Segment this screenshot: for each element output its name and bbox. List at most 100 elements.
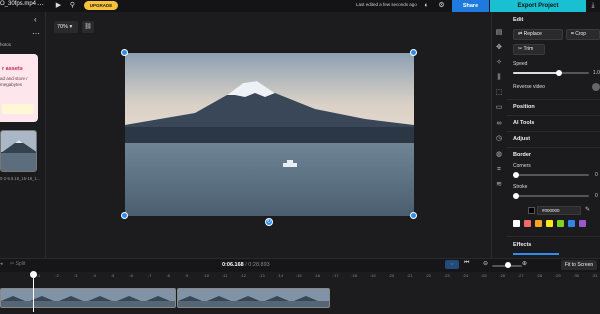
position-section[interactable]: Position (513, 104, 535, 110)
ruler-tick-label: :26 (499, 273, 506, 278)
resize-handle-top-right[interactable] (410, 49, 417, 56)
corners-slider-knob[interactable] (513, 172, 519, 178)
split-label: Split (15, 261, 26, 267)
effects-section[interactable]: Effects (513, 242, 531, 248)
media-thumbnail[interactable] (0, 130, 37, 172)
trim-button[interactable]: ✂ Trim (513, 44, 545, 55)
corners-slider-track[interactable] (513, 174, 589, 176)
rotate-handle-icon[interactable]: ↻ (265, 218, 273, 226)
ruler-tick-label: :21 (407, 273, 413, 278)
stroke-color-hex-input[interactable]: #000000 (537, 206, 581, 215)
ruler-tick-label: :27 (518, 273, 524, 278)
link-icon[interactable]: ⛓ (82, 21, 94, 33)
ruler-tick-label: :16 (314, 273, 321, 278)
replace-button[interactable]: ⇄ Replace (513, 29, 563, 40)
color-swatch[interactable] (568, 220, 575, 227)
export-label: Export Project (517, 3, 559, 9)
ruler-tick-label: :12 (240, 273, 247, 278)
zoom-out-icon[interactable]: ⊖ (483, 260, 488, 267)
edit-heading: Edit (513, 17, 524, 23)
adjust-section[interactable]: Adjust (513, 136, 530, 142)
promo-button[interactable] (2, 104, 34, 114)
promo-text: ad and store r megabytes (0, 76, 28, 87)
ellipsis-icon[interactable]: ⋯ (36, 1, 45, 10)
playhead-handle[interactable] (30, 271, 37, 278)
user-avatar-icon[interactable]: ◐ (422, 1, 431, 10)
stroke-color-preview[interactable] (528, 207, 535, 214)
reverse-video-toggle[interactable] (592, 83, 600, 91)
upgrade-button[interactable]: UPGRADE (84, 1, 118, 10)
promo-title: r assets (2, 66, 23, 72)
thumbnail-caption: 0-2-5.6.18_15-18_1... (0, 176, 41, 181)
ruler-tick-label: :13 (259, 273, 265, 278)
playhead-line[interactable] (33, 272, 34, 312)
project-filename[interactable]: O_30fps.mp4 (0, 1, 36, 7)
color-swatch[interactable] (524, 220, 531, 227)
color-swatch[interactable] (513, 220, 520, 227)
split-button[interactable]: ✂ Split (10, 261, 25, 267)
zoom-in-icon[interactable]: ⊕ (522, 260, 527, 267)
clip-filmstrip (178, 289, 329, 307)
stroke-slider-track[interactable] (513, 195, 589, 197)
timeline-zoom-knob[interactable] (505, 262, 511, 268)
snap-toggle-icon[interactable]: ⇔ (445, 260, 459, 269)
palette-icon[interactable]: ◍ (493, 150, 505, 160)
ruler-tick-label: :2 (55, 273, 59, 278)
stroke-slider-knob[interactable] (513, 193, 519, 199)
undo-icon[interactable]: ◂ (0, 261, 3, 267)
ruler-tick-label: :28 (536, 273, 543, 278)
stroke-value: 0 (595, 193, 598, 199)
thumbnail-image (1, 131, 36, 171)
speed-slider-knob[interactable] (555, 70, 562, 76)
location-pin-icon[interactable]: ⚲ (68, 1, 77, 10)
ruler-tick-label: :10 (203, 273, 210, 278)
crop-button[interactable]: ⌗ Crop (566, 29, 600, 40)
fit-to-screen-button[interactable]: Fit to Screen (561, 260, 597, 270)
export-project-button[interactable]: Export Project (490, 0, 586, 12)
film-edit-icon[interactable]: ▤ (493, 28, 505, 38)
color-swatch[interactable] (579, 220, 586, 227)
timeline-clip[interactable] (0, 288, 176, 308)
layers-icon[interactable]: ≋ (493, 180, 505, 190)
ruler-tick-label: :7 (148, 273, 152, 278)
stroke-label: Stroke (513, 184, 528, 190)
border-section[interactable]: Border (513, 152, 531, 158)
play-icon[interactable]: ▶ (54, 1, 63, 10)
ruler-tick-label: :3 (74, 273, 78, 278)
corners-label: Corners (513, 163, 531, 169)
resize-handle-bottom-left[interactable] (121, 212, 128, 219)
link-chain-icon[interactable]: ∞ (493, 119, 505, 129)
subtitles-icon[interactable]: ▭ (493, 103, 505, 113)
ruler-tick-label: :6 (129, 273, 133, 278)
zoom-dropdown[interactable]: 70% ▾ (54, 21, 78, 33)
ai-tools-section[interactable]: AI Tools (513, 120, 534, 126)
ruler-tick-label: :20 (388, 273, 395, 278)
ruler-tick-label: :5 (111, 273, 115, 278)
video-preview[interactable] (125, 53, 414, 216)
resize-handle-bottom-right[interactable] (410, 212, 417, 219)
share-button[interactable]: Share (452, 0, 489, 12)
ruler-tick-label: :30 (573, 273, 580, 278)
video-frame-image (125, 53, 414, 216)
timer-icon[interactable]: ◷ (493, 134, 505, 144)
panel-more-icon[interactable]: ⋯ (32, 29, 40, 38)
move-icon[interactable]: ✥ (493, 43, 505, 53)
crop-icon[interactable]: ⌗ (493, 165, 505, 175)
timeline-clip[interactable] (177, 288, 330, 308)
sparkle-icon[interactable]: ✧ (493, 58, 505, 68)
gear-icon[interactable]: ⚙ (437, 1, 446, 10)
download-icon[interactable]: ⤓ (586, 0, 600, 12)
ruler-tick-label: :22 (425, 273, 432, 278)
color-swatch[interactable] (557, 220, 564, 227)
color-swatch[interactable] (546, 220, 553, 227)
resize-frame-icon[interactable]: ⬚ (493, 88, 505, 98)
skip-to-start-icon[interactable]: ⏮ (464, 260, 469, 267)
collapse-panel-chevron-icon[interactable]: ‹ (34, 15, 37, 24)
color-swatch[interactable] (535, 220, 542, 227)
eyedropper-icon[interactable]: ✎ (585, 206, 590, 213)
ruler-tick-label: :9 (185, 273, 189, 278)
resize-handle-top-left[interactable] (121, 49, 128, 56)
timecode-display: 0:06.168 / 0:28.893 (222, 262, 270, 268)
replace-label: Replace (523, 31, 542, 37)
audio-levels-icon[interactable]: ⫼ (493, 73, 505, 83)
